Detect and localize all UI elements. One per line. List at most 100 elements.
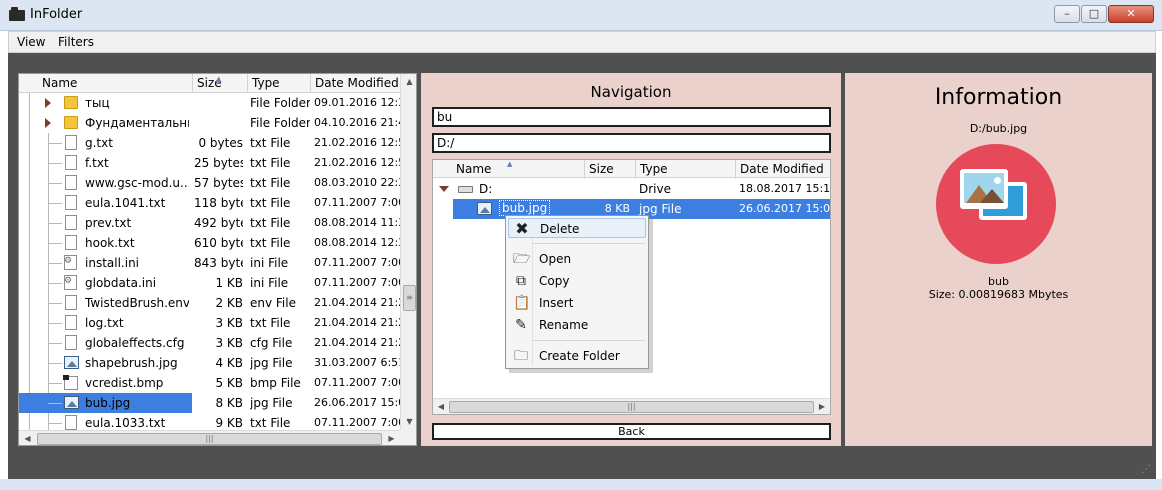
- file-name: TwistedBrush.env: [85, 296, 189, 310]
- file-size: 1 KB: [215, 276, 243, 290]
- sort-ascending-icon: ▲: [507, 160, 513, 168]
- horizontal-scroll-thumb[interactable]: |||: [449, 401, 814, 413]
- tree-row[interactable]: shapebrush.jpg 4 KB jpg File 31.03.2007 …: [19, 353, 400, 373]
- context-menu-create-folder[interactable]: 🗀 Create Folder: [508, 346, 646, 366]
- drive-icon: [458, 186, 473, 193]
- column-type[interactable]: Type: [640, 162, 668, 176]
- column-name[interactable]: Name: [42, 76, 77, 90]
- column-name[interactable]: Name: [456, 162, 491, 176]
- file-size-label: Size: 0.00819683 Mbytes: [928, 288, 1069, 301]
- file-size: 57 bytes: [194, 176, 243, 190]
- tree-row[interactable]: Фундаментальные File Folder 04.10.2016 2…: [19, 113, 400, 133]
- file-type: ini File: [250, 276, 289, 290]
- file-name: vcredist.bmp: [85, 376, 164, 390]
- drive-type: Drive: [639, 182, 671, 196]
- file-date: 07.11.2007 7:00: [314, 196, 400, 209]
- expand-arrow-icon[interactable]: [45, 118, 51, 128]
- file-name: shapebrush.jpg: [85, 356, 178, 370]
- tree-row[interactable]: globaleffects.cfg 3 KB cfg File 21.04.20…: [19, 333, 400, 353]
- tree-row[interactable]: log.txt 3 KB txt File 21.04.2014 21:29: [19, 313, 400, 333]
- file-size: 3 KB: [215, 316, 243, 330]
- file-date: 07.11.2007 7:00: [314, 376, 400, 389]
- scroll-right-arrow-icon[interactable]: ▶: [383, 431, 400, 445]
- context-menu-delete[interactable]: ✖ Delete: [508, 218, 646, 238]
- file-name: тыц: [85, 96, 110, 110]
- horizontal-scrollbar[interactable]: ◀ ||| ▶: [433, 398, 830, 414]
- context-menu-open[interactable]: 🗁 Open: [508, 249, 646, 269]
- file-tree: Name Size ▲ Type Date Modified тыц File …: [18, 73, 417, 446]
- expand-arrow-icon[interactable]: [45, 98, 51, 108]
- file-date: 21.04.2014 21:29: [314, 316, 400, 329]
- column-date-modified[interactable]: Date Modified: [740, 162, 824, 176]
- maximize-button[interactable]: □: [1081, 5, 1107, 23]
- tree-row[interactable]: eula.1041.txt 118 bytes txt File 07.11.2…: [19, 193, 400, 213]
- folder-icon: [64, 116, 78, 129]
- file-date: 07.11.2007 7:00: [314, 276, 400, 289]
- file-path: D:/bub.jpg: [969, 122, 1028, 135]
- minimize-button[interactable]: –: [1054, 5, 1080, 23]
- rename-icon: ✎: [515, 317, 527, 333]
- tree-row[interactable]: f.txt 25 bytes txt File 21.02.2016 12:52: [19, 153, 400, 173]
- file-type: txt File: [250, 196, 291, 210]
- tree-row[interactable]: TwistedBrush.env 2 KB env File 21.04.201…: [19, 293, 400, 313]
- tree-row[interactable]: hook.txt 610 bytes txt File 08.08.2014 1…: [19, 233, 400, 253]
- file-size: 3 KB: [215, 336, 243, 350]
- text-file-icon: [65, 295, 77, 310]
- context-menu-copy[interactable]: ⧉ Copy: [508, 271, 646, 291]
- file-type: txt File: [250, 216, 291, 230]
- menu-view[interactable]: View: [17, 35, 45, 49]
- horizontal-scrollbar[interactable]: ◀ ||| ▶: [19, 430, 400, 445]
- file-type: File Folder: [250, 116, 310, 130]
- tree-row[interactable]: тыц File Folder 09.01.2016 12:31: [19, 93, 400, 113]
- context-menu-insert[interactable]: 📋 Insert: [508, 293, 646, 313]
- file-name: prev.txt: [85, 216, 132, 230]
- file-name-label: bub: [988, 275, 1009, 288]
- information-title: Information: [934, 85, 1063, 110]
- text-file-icon: [65, 175, 77, 190]
- text-file-icon: [65, 415, 77, 430]
- collapse-arrow-icon[interactable]: [439, 186, 449, 192]
- file-name: globaleffects.cfg: [85, 336, 185, 350]
- file-type: txt File: [250, 136, 291, 150]
- scroll-down-arrow-icon[interactable]: ▼: [401, 414, 416, 430]
- tree-row[interactable]: www.gsc-mod.u... 57 bytes txt File 08.03…: [19, 173, 400, 193]
- file-name: f.txt: [85, 156, 109, 170]
- file-size: 118 bytes: [194, 196, 243, 210]
- tree-row[interactable]: install.ini 843 bytes ini File 07.11.200…: [19, 253, 400, 273]
- file-date: 21.02.2016 12:52: [314, 156, 400, 169]
- file-date: 07.11.2007 7:00: [314, 416, 400, 429]
- menu-filters[interactable]: Filters: [58, 35, 94, 49]
- drive-row[interactable]: D: Drive 18.08.2017 15:10: [433, 179, 830, 199]
- file-type: txt File: [250, 316, 291, 330]
- tree-row[interactable]: prev.txt 492 bytes txt File 08.08.2014 1…: [19, 213, 400, 233]
- column-size[interactable]: Size: [589, 162, 614, 176]
- column-type[interactable]: Type: [252, 76, 280, 90]
- file-name: bub.jpg: [85, 396, 131, 410]
- horizontal-scroll-thumb[interactable]: |||: [37, 433, 382, 445]
- resize-grip-icon[interactable]: ⋰: [1141, 464, 1153, 476]
- file-date: 26.06.2017 15:08: [314, 396, 400, 409]
- tree-row-selected[interactable]: bub.jpg 8 KB jpg File 26.06.2017 15:08: [19, 393, 400, 413]
- scroll-left-arrow-icon[interactable]: ◀: [433, 399, 449, 414]
- file-size: 9 KB: [215, 416, 243, 430]
- tree-row[interactable]: g.txt 0 bytes txt File 21.02.2016 12:52: [19, 133, 400, 153]
- tree-row[interactable]: globdata.ini 1 KB ini File 07.11.2007 7:…: [19, 273, 400, 293]
- file-date: 08.08.2014 12:39: [314, 236, 400, 249]
- tree-row[interactable]: vcredist.bmp 5 KB bmp File 07.11.2007 7:…: [19, 373, 400, 393]
- vertical-scrollbar[interactable]: ▲ ≡ ▼: [400, 74, 416, 430]
- sort-ascending-icon: ▲: [216, 75, 222, 83]
- scroll-right-arrow-icon[interactable]: ▶: [814, 399, 830, 414]
- file-date: 21.04.2014 21:29: [314, 336, 400, 349]
- context-menu-rename[interactable]: ✎ Rename: [508, 315, 646, 335]
- back-button[interactable]: Back: [432, 423, 831, 440]
- path-input[interactable]: [432, 133, 831, 153]
- column-date-modified[interactable]: Date Modified: [315, 76, 399, 90]
- scroll-left-arrow-icon[interactable]: ◀: [19, 431, 36, 445]
- scroll-up-arrow-icon[interactable]: ▲: [401, 74, 416, 90]
- search-input[interactable]: [432, 107, 831, 127]
- close-button[interactable]: ✕: [1108, 5, 1154, 23]
- file-name: www.gsc-mod.u...: [85, 176, 189, 190]
- file-name: hook.txt: [85, 236, 135, 250]
- file-size: 492 bytes: [194, 216, 243, 230]
- vertical-scroll-thumb[interactable]: ≡: [403, 285, 416, 311]
